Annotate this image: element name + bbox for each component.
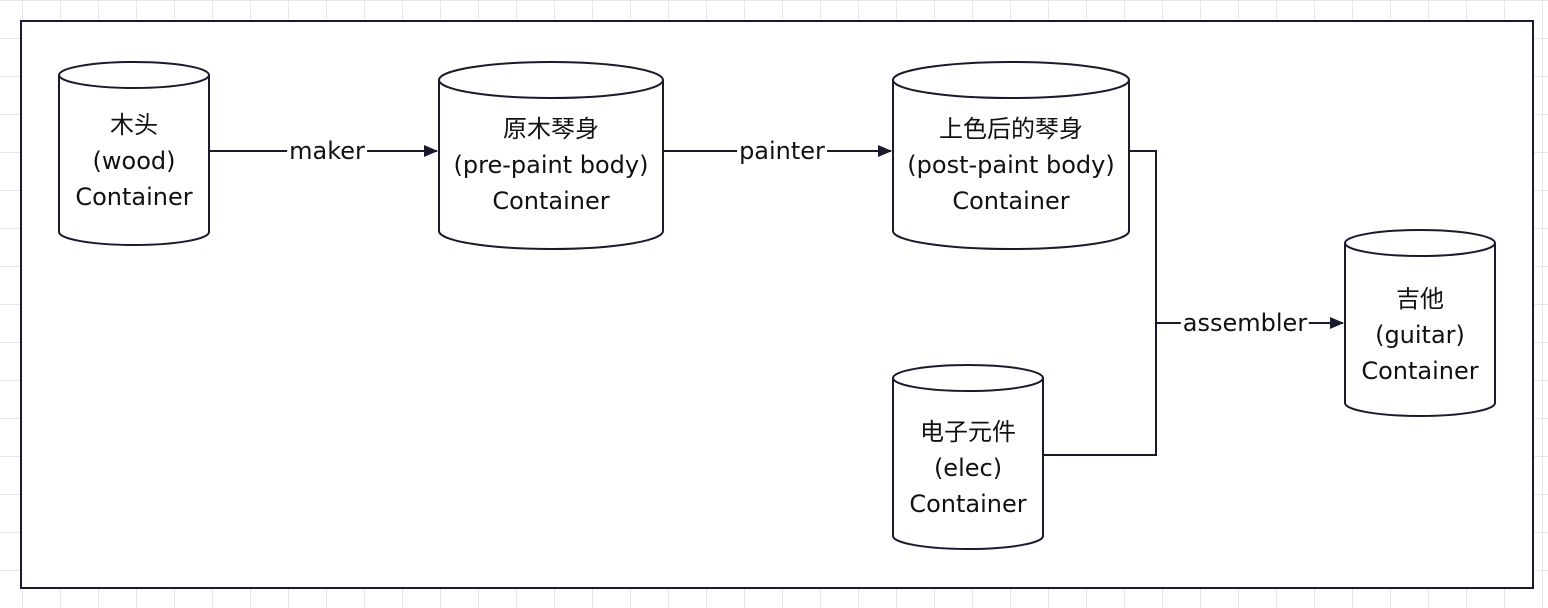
elec-line-1: 电子元件 [920,418,1016,446]
post-paint-body-container-label: 上色后的琴身 (post-paint body) Container [893,107,1129,223]
guitar-line-1: 吉他 [1396,285,1444,313]
wood-line-2: (wood) [92,147,176,175]
wood-line-3: Container [75,183,193,211]
wood-container-label: 木头 (wood) Container [59,100,209,222]
assembler-label: assembler [1180,309,1310,337]
guitar-line-2: (guitar) [1375,321,1465,349]
pre-paint-line-3: Container [492,187,610,215]
elec-line-3: Container [909,490,1027,518]
post-paint-line-1: 上色后的琴身 [939,115,1083,143]
post-paint-line-3: Container [952,187,1070,215]
post-paint-line-2: (post-paint body) [907,151,1115,179]
guitar-container-label: 吉他 (guitar) Container [1345,274,1495,396]
wood-line-1: 木头 [110,111,158,139]
guitar-line-3: Container [1361,357,1479,385]
pre-paint-line-2: (pre-paint body) [453,151,649,179]
diagram-canvas [20,20,1534,589]
elec-line-2: (elec) [933,454,1003,482]
painter-label: painter [737,137,827,165]
pre-paint-body-container-label: 原木琴身 (pre-paint body) Container [439,107,663,223]
diagram-frame [20,20,1534,589]
maker-label: maker [287,137,367,165]
elec-container-label: 电子元件 (elec) Container [893,408,1043,528]
pre-paint-line-1: 原木琴身 [503,115,599,143]
